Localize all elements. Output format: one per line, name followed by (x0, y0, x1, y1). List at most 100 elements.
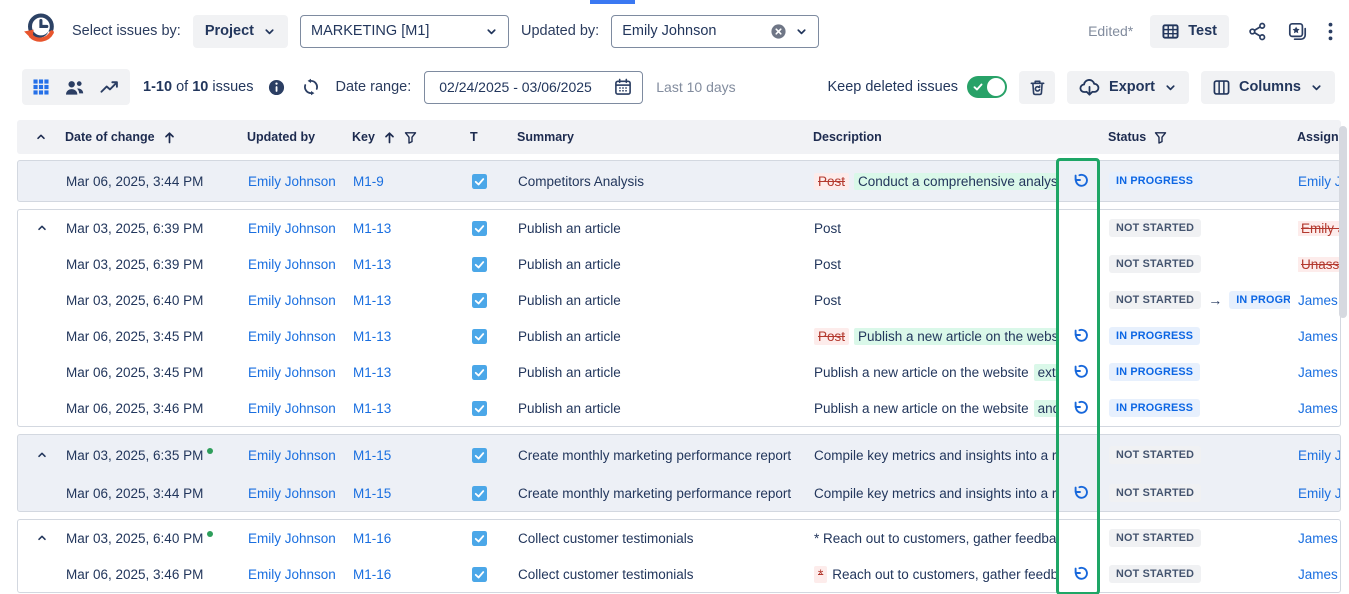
issue-key-link[interactable]: M1-15 (353, 448, 391, 463)
updated-by-link[interactable]: Emily Johnson (248, 293, 336, 308)
updated-by-link[interactable]: Emily Johnson (248, 365, 336, 380)
info-button[interactable] (266, 77, 287, 98)
table-row: Mar 06, 2025, 3:46 PM Emily Johnson M1-1… (18, 390, 1340, 426)
description-segment: Post (814, 257, 841, 272)
undo-change-button[interactable] (1070, 363, 1089, 382)
assignee-link[interactable]: James (1298, 293, 1338, 308)
undo-change-button[interactable] (1070, 484, 1089, 503)
header-date-of-change[interactable]: Date of change (65, 130, 247, 144)
assignee-link[interactable]: Emily J (1298, 174, 1340, 189)
updated-by-link[interactable]: Emily Johnson (248, 486, 336, 501)
export-button[interactable]: Export (1067, 71, 1189, 104)
updated-by-link[interactable]: Emily Johnson (248, 329, 336, 344)
header-summary[interactable]: Summary (515, 130, 803, 144)
columns-button[interactable]: Columns (1201, 71, 1335, 104)
assignee-cell: Emily J (1290, 174, 1340, 189)
change-date: Mar 03, 2025, 6:35 PM (66, 448, 203, 463)
assignee-link[interactable]: James (1298, 365, 1338, 380)
issue-key-link[interactable]: M1-9 (353, 174, 384, 189)
assignee-link[interactable]: James (1298, 531, 1338, 546)
calendar-icon[interactable] (614, 78, 632, 96)
undo-change-button[interactable] (1070, 565, 1089, 584)
issue-key-link[interactable]: M1-13 (353, 257, 391, 272)
issue-key-link[interactable]: M1-13 (353, 293, 391, 308)
view-name: Test (1188, 23, 1217, 39)
grid-view-button[interactable] (31, 77, 51, 97)
saved-views-library-button[interactable] (1286, 20, 1309, 43)
collapse-group-button[interactable] (36, 449, 48, 461)
updated-by-link[interactable]: Emily Johnson (248, 174, 336, 189)
issue-key-link[interactable]: M1-16 (353, 531, 391, 546)
header-updated-by[interactable]: Updated by (247, 130, 352, 144)
keep-deleted-toggle[interactable] (967, 76, 1007, 98)
select-mode-dropdown[interactable]: Project (193, 15, 288, 48)
header-type-label: T (470, 130, 478, 144)
header-assignee[interactable]: Assignee (1289, 130, 1341, 144)
header-type[interactable]: T (470, 130, 515, 144)
change-date: Mar 06, 2025, 3:44 PM (66, 486, 203, 501)
sort-up-icon[interactable] (163, 131, 176, 144)
people-view-button[interactable] (63, 77, 86, 98)
grid-view-icon (33, 79, 49, 95)
collapse-all-button[interactable] (35, 131, 47, 143)
export-label: Export (1109, 79, 1155, 95)
saved-view-icon (1288, 22, 1307, 41)
description-segment: Compile key metrics and insights into a … (814, 486, 1057, 501)
assignee-link[interactable]: James (1298, 401, 1338, 416)
undo-change-button[interactable] (1070, 399, 1089, 418)
issue-key-link[interactable]: M1-13 (353, 329, 391, 344)
collapse-chevron-icon (36, 222, 48, 234)
undo-change-button[interactable] (1070, 327, 1089, 346)
issue-key-link[interactable]: M1-13 (353, 365, 391, 380)
updated-by-link[interactable]: Emily Johnson (248, 257, 336, 272)
undo-change-button[interactable] (1070, 172, 1089, 191)
toolbar-right: Keep deleted issues (827, 71, 1335, 104)
vertical-scrollbar[interactable] (1339, 126, 1347, 318)
clear-icon[interactable] (770, 23, 787, 40)
header-status[interactable]: Status (1100, 130, 1289, 144)
description-cell: Post (804, 221, 1057, 236)
description-segment: Post (814, 173, 849, 190)
chart-view-button[interactable] (98, 77, 121, 97)
saved-view-button[interactable]: Test (1150, 15, 1229, 48)
updated-by-link[interactable]: Emily Johnson (248, 531, 336, 546)
table-view-icon (1162, 23, 1179, 40)
collapse-group-button[interactable] (36, 222, 48, 234)
task-type-icon (472, 448, 516, 463)
issue-key-link[interactable]: M1-16 (353, 567, 391, 582)
issue-key-link[interactable]: M1-13 (353, 401, 391, 416)
collapse-group-button[interactable] (36, 532, 48, 544)
undo-icon (1071, 364, 1088, 381)
project-selector[interactable]: MARKETING [M1] (300, 15, 509, 48)
filter-icon[interactable] (1154, 131, 1167, 144)
columns-label: Columns (1239, 79, 1301, 95)
sort-up-icon[interactable] (383, 131, 396, 144)
assignee-cell: James (1290, 531, 1340, 546)
task-type-icon (472, 365, 516, 380)
issue-key-link[interactable]: M1-15 (353, 486, 391, 501)
assignee-link[interactable]: James (1298, 567, 1338, 582)
issue-key-link[interactable]: M1-13 (353, 221, 391, 236)
task-type-icon (472, 257, 516, 272)
updated-by-link[interactable]: Emily Johnson (248, 448, 336, 463)
change-date: Mar 03, 2025, 6:40 PM (66, 531, 203, 546)
assignee-link[interactable]: Emily J (1298, 486, 1340, 501)
description-segment: exter... (1034, 364, 1057, 381)
updated-by-link[interactable]: Emily Johnson (248, 567, 336, 582)
updated-by-selector[interactable]: Emily Johnson (611, 15, 819, 48)
date-range-input[interactable]: 02/24/2025 - 03/06/2025 (424, 71, 643, 104)
refresh-button[interactable] (300, 76, 322, 98)
header-description[interactable]: Description (803, 130, 1056, 144)
assignee-link[interactable]: James (1298, 329, 1338, 344)
assignee-link[interactable]: Emily J (1298, 448, 1340, 463)
status-badge: NOT STARTED (1109, 529, 1201, 547)
deleted-issues-button[interactable] (1019, 71, 1055, 104)
status-cell: NOT STARTED (1101, 446, 1290, 464)
more-actions-button[interactable] (1326, 20, 1335, 43)
header-key[interactable]: Key (352, 130, 470, 144)
updated-by-link[interactable]: Emily Johnson (248, 401, 336, 416)
filter-icon[interactable] (404, 131, 417, 144)
share-button[interactable] (1246, 20, 1269, 43)
change-date: Mar 03, 2025, 6:39 PM (66, 221, 203, 236)
updated-by-link[interactable]: Emily Johnson (248, 221, 336, 236)
